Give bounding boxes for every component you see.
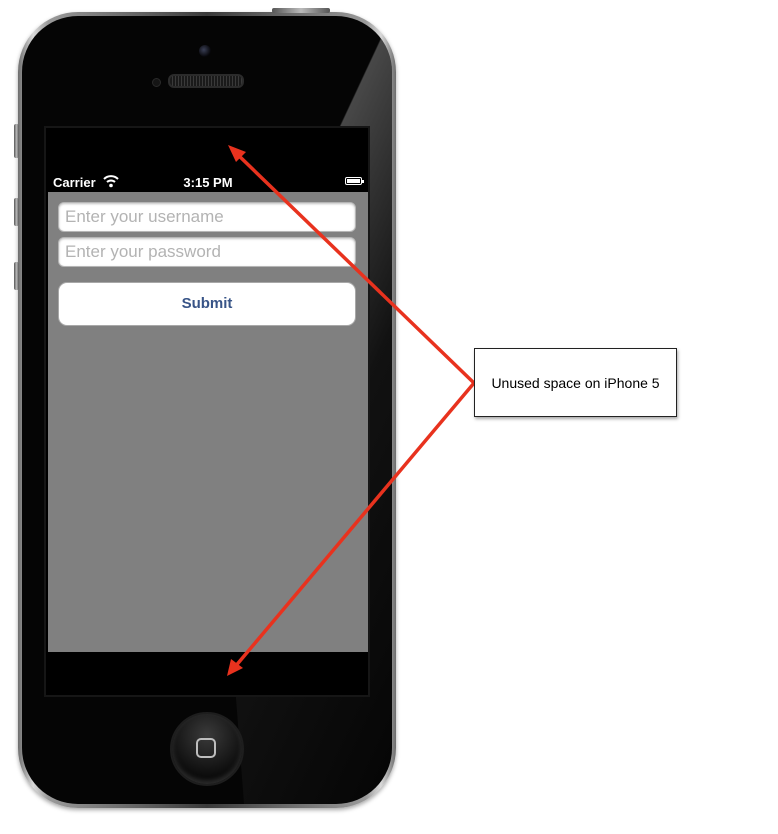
arrow-to-top-space [234, 151, 476, 385]
callout-text: Unused space on iPhone 5 [491, 374, 660, 391]
annotation-arrows [227, 145, 476, 676]
arrow-to-bottom-space [232, 381, 476, 670]
annotation-callout: Unused space on iPhone 5 [474, 348, 677, 417]
